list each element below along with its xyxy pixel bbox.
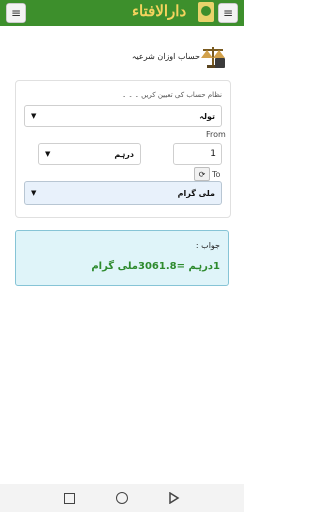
from-unit-select[interactable]: ▼ درہم: [38, 143, 141, 165]
result-box: جواب : 1درہم =3061.8ملی گرام: [15, 230, 229, 286]
to-unit-value: ملی گرام: [177, 188, 215, 198]
chevron-down-icon: ▼: [31, 112, 37, 120]
left-menu-icon[interactable]: ≡: [6, 3, 26, 23]
system-navbar: [0, 484, 244, 512]
system-select[interactable]: ▼ تولہ: [24, 105, 222, 127]
result-label: جواب :: [195, 241, 220, 250]
app-logo-text: دارالافتاء: [132, 2, 187, 20]
to-label: To: [212, 170, 221, 179]
scale-icon: [201, 47, 225, 68]
recent-apps-icon[interactable]: [64, 493, 75, 504]
from-amount-input[interactable]: 1: [173, 143, 222, 165]
back-icon[interactable]: [168, 492, 180, 504]
home-icon[interactable]: [116, 492, 128, 504]
system-hint: نظام حساب کی تعیین کریں ۔ ۔ ۔: [122, 91, 222, 99]
chevron-down-icon: ▼: [31, 189, 37, 197]
system-select-value: تولہ: [199, 111, 215, 121]
from-unit-value: درہم: [114, 149, 134, 159]
right-menu-icon[interactable]: ≡: [218, 3, 238, 23]
converter-card: نظام حساب کی تعیین کریں ۔ ۔ ۔ ▼ تولہ Fro…: [15, 80, 231, 218]
app-header: ≡ دارالافتاء ≡: [0, 0, 244, 26]
page-title: حساب اوزان شرعیہ: [131, 52, 200, 61]
result-value: 1درہم =3061.8ملی گرام: [91, 261, 220, 272]
chevron-down-icon: ▼: [45, 150, 51, 158]
to-unit-select[interactable]: ▼ ملی گرام: [24, 181, 222, 205]
refresh-icon[interactable]: ⟳: [194, 167, 210, 181]
app-logo-badge: [198, 2, 214, 22]
from-label: From: [206, 130, 226, 139]
